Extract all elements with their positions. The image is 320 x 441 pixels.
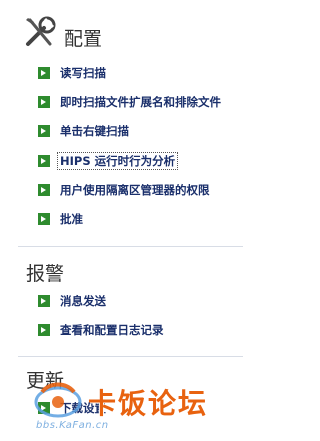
section-title-alerts: 报警 — [26, 263, 65, 285]
section-divider — [18, 356, 243, 357]
green-arrow-icon — [38, 213, 50, 225]
section-title-config: 配置 — [64, 28, 103, 50]
watermark: 卡饭论坛 bbs.KaFan.cn — [32, 380, 232, 438]
config-item-approval[interactable]: 批准 — [38, 209, 83, 229]
config-item-hips-analysis[interactable]: HIPS 运行时行为分析 — [38, 151, 179, 171]
alerts-item-messaging[interactable]: 消息发送 — [38, 291, 106, 311]
config-item-quarantine-permissions[interactable]: 用户使用隔离区管理器的权限 — [38, 180, 210, 200]
green-arrow-icon — [38, 295, 50, 307]
navigation-panel: 配置 读写扫描 即时扫描文件扩展名和排除文件 单击右键扫描 HIPS 运行时行为… — [0, 0, 250, 441]
section-divider — [18, 246, 243, 247]
config-item-read-write-scan[interactable]: 读写扫描 — [38, 63, 106, 83]
kafan-logo-icon — [34, 382, 82, 418]
green-arrow-icon — [38, 67, 50, 79]
green-arrow-icon — [38, 96, 50, 108]
tools-icon — [26, 16, 56, 46]
green-arrow-icon — [38, 155, 50, 167]
config-item-right-click-scan[interactable]: 单击右键扫描 — [38, 121, 129, 141]
alerts-item-logging[interactable]: 查看和配置日志记录 — [38, 320, 164, 340]
green-arrow-icon — [38, 184, 50, 196]
green-arrow-icon — [38, 324, 50, 336]
watermark-url: bbs.KaFan.cn — [36, 420, 109, 431]
green-arrow-icon — [38, 125, 50, 137]
config-item-scan-extensions[interactable]: 即时扫描文件扩展名和排除文件 — [38, 92, 221, 112]
watermark-brand: 卡饭论坛 — [88, 387, 209, 420]
